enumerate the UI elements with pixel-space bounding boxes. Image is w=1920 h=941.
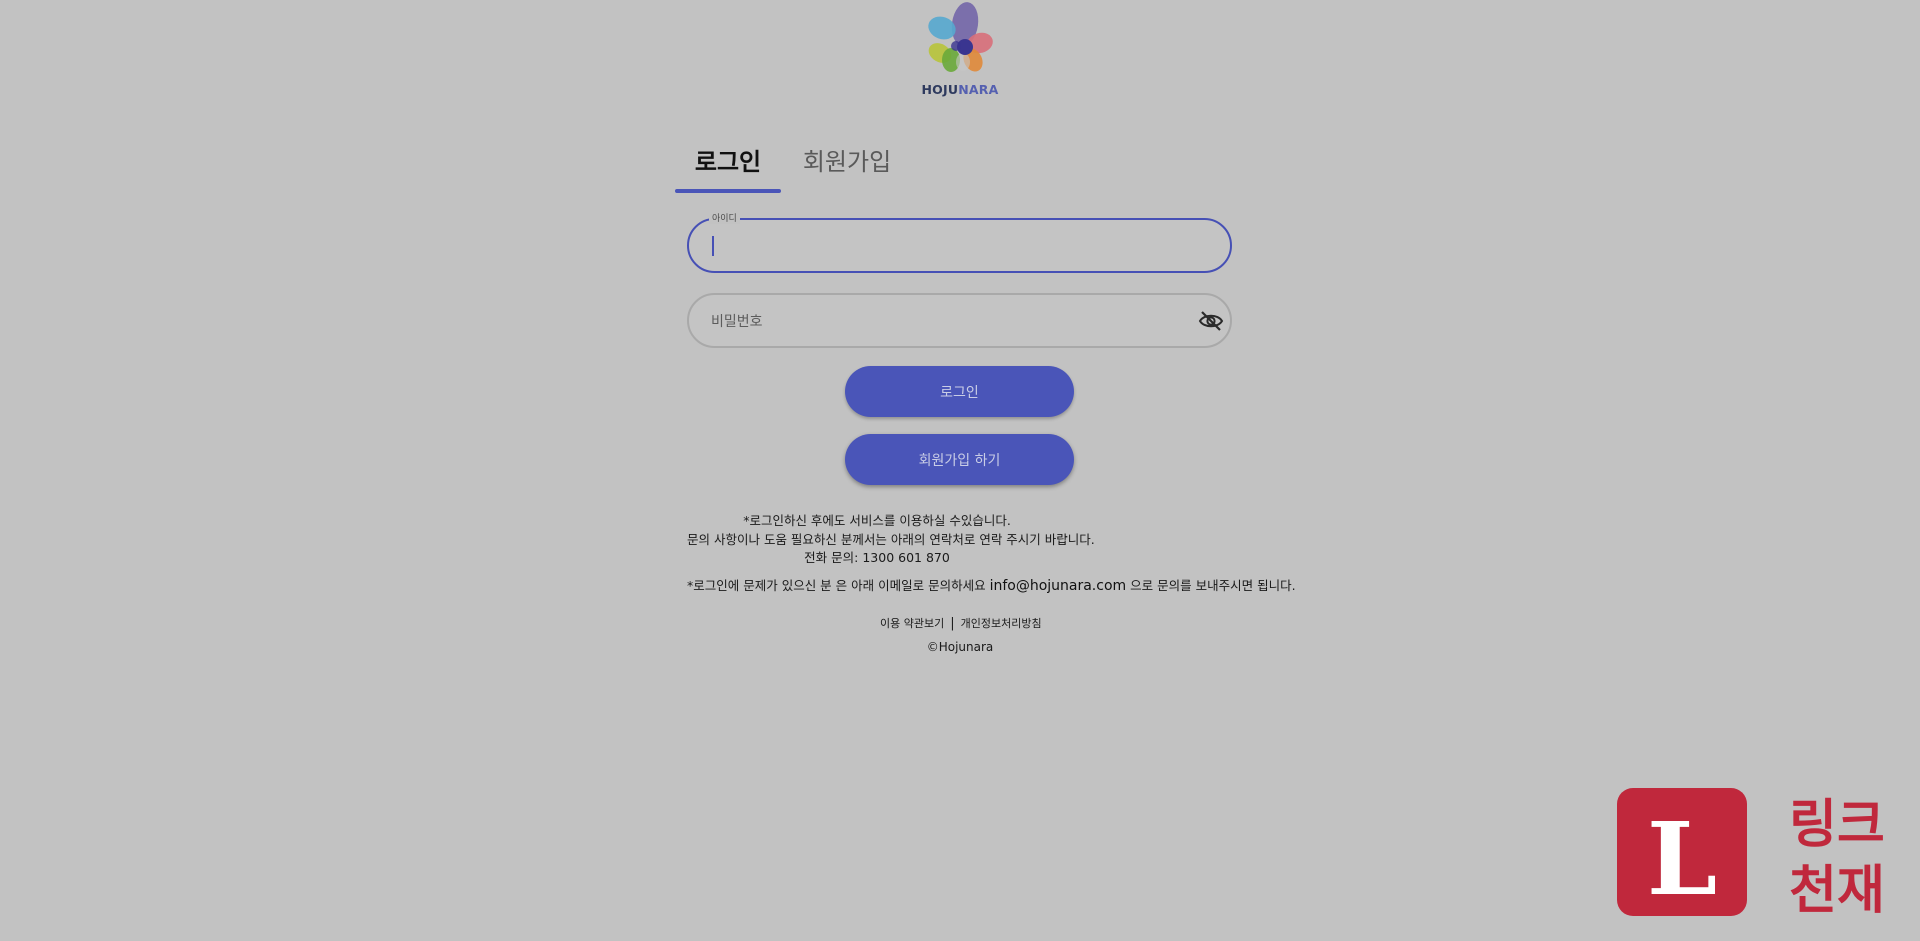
support-email: info@hojunara.com bbox=[989, 578, 1127, 594]
signup-button[interactable]: 회원가입 하기 bbox=[845, 434, 1074, 485]
eye-slash-icon[interactable] bbox=[1198, 309, 1224, 333]
terms-link[interactable]: 이용 약관보기 bbox=[880, 617, 944, 630]
copyright: ©Hojunara bbox=[926, 640, 994, 654]
auth-tabs: 로그인 회원가입 bbox=[675, 128, 1235, 194]
login-button[interactable]: 로그인 bbox=[845, 366, 1074, 417]
password-input[interactable] bbox=[709, 295, 1183, 348]
footer-links: 이용 약관보기 | 개인정보처리방침 bbox=[880, 615, 1042, 631]
password-field[interactable] bbox=[687, 293, 1232, 348]
svg-text:L: L bbox=[1647, 800, 1717, 918]
tab-signup[interactable]: 회원가입 bbox=[785, 128, 909, 190]
username-input[interactable] bbox=[709, 220, 1183, 273]
info-line-2: 문의 사항이나 도움 필요하신 분께서는 아래의 연락처로 연락 주시기 바랍니… bbox=[687, 531, 1095, 547]
info-line-1: *로그인하신 후에도 서비스를 이용하실 수있습니다. bbox=[743, 513, 1011, 528]
tab-login[interactable]: 로그인 bbox=[675, 128, 781, 190]
username-field[interactable]: 아이디 bbox=[687, 211, 1232, 273]
privacy-link[interactable]: 개인정보처리방침 bbox=[961, 617, 1042, 630]
svg-text:천재: 천재 bbox=[1789, 861, 1885, 918]
note-suffix: 으로 문의를 보내주시면 됩니다. bbox=[1130, 578, 1296, 593]
login-info: *로그인하신 후에도 서비스를 이용하실 수있습니다. 문의 사항이나 도움 필… bbox=[687, 512, 1095, 568]
active-tab-indicator bbox=[675, 189, 781, 193]
watermark-badge: L 링크 천재 bbox=[1617, 788, 1892, 921]
email-note: *로그인에 문제가 있으신 분 은 아래 이메일로 문의하세요 info@hoj… bbox=[687, 575, 1296, 594]
note-prefix: *로그인에 문제가 있으신 분 은 아래 이메일로 문의하세요 bbox=[687, 578, 986, 593]
phone-number: 1300 601 870 bbox=[862, 550, 950, 565]
footer-separator: | bbox=[950, 616, 955, 631]
phone-line: 전화 문의: 1300 601 870 bbox=[687, 549, 1067, 568]
brand-name: HOJUNARA bbox=[921, 82, 999, 97]
phone-label: 전화 문의: bbox=[804, 550, 859, 565]
svg-text:링크: 링크 bbox=[1789, 795, 1885, 855]
